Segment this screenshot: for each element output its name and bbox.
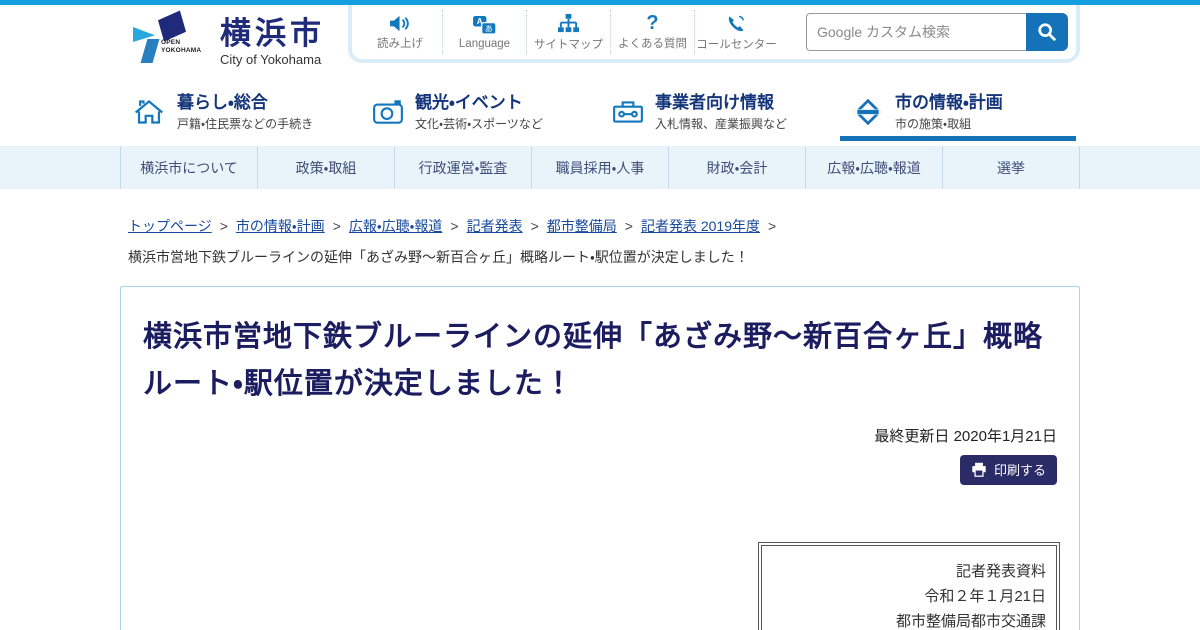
page-title: 横浜市営地下鉄ブルーラインの延伸「あざみ野～新百合ヶ丘」概略ルート・駅位置が決定…	[143, 321, 1044, 400]
main-nav: 暮らし・総合 戸籍・住民票などの手続き 観光・イベント 文化・芸術・スポーツなど	[120, 85, 1080, 141]
press-release-box: 記者発表資料 令和２年１月21日 都市整備局都市交通課 橋詰勝彦 電話番号：04…	[758, 542, 1060, 630]
press-box-line: 令和２年１月21日	[924, 588, 1046, 605]
main-nav-living[interactable]: 暮らし・総合 戸籍・住民票などの手続き	[120, 85, 360, 139]
breadcrumb-separator: >	[624, 218, 633, 234]
secondary-nav-election[interactable]: 選挙	[942, 146, 1080, 189]
last-updated: 最終更新日 2020年1月21日	[874, 428, 1057, 445]
breadcrumb-link-press[interactable]: 記者発表	[467, 216, 523, 236]
printer-icon	[972, 462, 986, 477]
breadcrumb-link-city-info[interactable]: 市の情報・計画	[236, 216, 325, 236]
breadcrumb-separator: >	[768, 218, 777, 234]
site-header: OPENYOKOHAMA 横浜市 City of Yokohama 読み上げ	[0, 5, 1200, 81]
main-nav-subtitle: 文化・芸術・スポーツなど	[415, 116, 543, 131]
yokohama-logo-icon: OPEN YOKOHAMA	[130, 10, 204, 69]
utility-label: サイトマップ	[534, 38, 603, 51]
utility-sitemap[interactable]: サイトマップ	[526, 10, 610, 54]
page: OPENYOKOHAMA 横浜市 City of Yokohama 読み上げ	[0, 0, 1200, 630]
utility-label: Language	[458, 37, 511, 50]
main-nav-business[interactable]: 事業者向け情報 入札情報、産業振興など	[600, 85, 840, 139]
utility-call-center[interactable]: コールセンター	[694, 10, 778, 54]
breadcrumb-separator: >	[450, 218, 459, 234]
secondary-nav-about[interactable]: 横浜市について	[120, 146, 257, 189]
breadcrumb-current: 横浜市営地下鉄ブルーラインの延伸「あざみ野～新百合ヶ丘」概略ルート・駅位置が決定…	[128, 249, 749, 265]
logo-shape	[140, 39, 160, 63]
secondary-nav-recruitment[interactable]: 職員採用・人事	[531, 146, 668, 189]
breadcrumb-link-pr[interactable]: 広報・広聴・報道	[349, 216, 443, 236]
search-input[interactable]	[806, 13, 1026, 51]
breadcrumb-link-home[interactable]: トップページ	[128, 216, 212, 236]
search-button[interactable]	[1026, 13, 1068, 51]
svg-text:あ: あ	[485, 24, 493, 33]
press-box-line: 都市整備局都市交通課	[895, 613, 1046, 630]
site-logo[interactable]: OPEN YOKOHAMA 横浜市 City of Yokohama	[130, 10, 325, 69]
phone-icon	[728, 15, 745, 31]
main-nav-title: 事業者向け情報	[655, 92, 774, 112]
utility-language[interactable]: A あ Language	[442, 10, 526, 54]
speaker-icon	[389, 15, 409, 31]
press-box-line: 記者発表資料	[955, 563, 1046, 580]
utility-read-aloud[interactable]: 読み上げ	[358, 10, 442, 54]
logo-shape	[157, 10, 187, 42]
main-nav-title: 市の情報・計画	[895, 92, 1003, 112]
secondary-nav-policy[interactable]: 政策・取組	[257, 146, 394, 189]
house-icon	[132, 97, 166, 128]
main-nav-title: 観光・イベント	[415, 92, 523, 112]
secondary-nav-administration[interactable]: 行政運営・監査	[394, 146, 531, 189]
logo-text-block: 横浜市 City of Yokohama	[220, 13, 325, 68]
utility-faq[interactable]: ? よくある質問	[610, 10, 694, 54]
main-nav-city-info[interactable]: 市の情報・計画 市の施策・取組	[840, 85, 1080, 141]
main-nav-subtitle: 入札情報、産業振興など	[655, 116, 788, 131]
language-icon: A あ	[473, 15, 497, 35]
print-button-label: 印刷する	[993, 463, 1046, 478]
breadcrumb-separator: >	[332, 218, 341, 234]
utility-label: 読み上げ	[377, 37, 423, 50]
sitemap-icon	[558, 13, 579, 32]
breadcrumb-separator: >	[219, 218, 228, 234]
utility-label: よくある質問	[618, 38, 687, 50]
main-nav-tourism[interactable]: 観光・イベント 文化・芸術・スポーツなど	[360, 85, 600, 139]
question-icon: ?	[646, 12, 659, 34]
site-title: 横浜市	[220, 16, 325, 51]
diamond-icon	[852, 98, 884, 126]
breadcrumb-separator: >	[530, 218, 539, 234]
toolbox-icon	[612, 98, 644, 126]
camera-icon	[372, 98, 404, 126]
site-search	[806, 13, 1068, 51]
breadcrumb-link-bureau[interactable]: 都市整備局	[547, 216, 617, 236]
utility-label: コールセンター	[696, 38, 777, 51]
breadcrumb: トップページ > 市の情報・計画 > 広報・広聴・報道 > 記者発表 > 都市整…	[120, 189, 1080, 267]
main-nav-subtitle: 戸籍・住民票などの手続き	[177, 116, 314, 131]
magnifier-icon	[1038, 23, 1057, 42]
print-button[interactable]: 印刷する	[959, 455, 1057, 485]
secondary-nav-finance[interactable]: 財政・会計	[668, 146, 805, 189]
main-nav-title: 暮らし・総合	[177, 92, 268, 112]
breadcrumb-link-press-2019[interactable]: 記者発表 2019年度	[641, 216, 760, 236]
site-title-en: City of Yokohama	[220, 52, 322, 67]
utility-panel: 読み上げ A あ Language サイトマップ ? よくある質問 コールセンタ…	[348, 5, 1080, 63]
main-nav-subtitle: 市の施策・取組	[895, 116, 972, 131]
article-container: 横浜市営地下鉄ブルーラインの延伸「あざみ野～新百合ヶ丘」概略ルート・駅位置が決定…	[120, 286, 1080, 630]
secondary-nav-pr[interactable]: 広報・広聴・報道	[805, 146, 942, 189]
logo-mark-text: OPEN YOKOHAMA	[161, 39, 202, 54]
secondary-nav: 横浜市について 政策・取組 行政運営・監査 職員採用・人事 財政・会計 広報・広…	[0, 146, 1200, 189]
